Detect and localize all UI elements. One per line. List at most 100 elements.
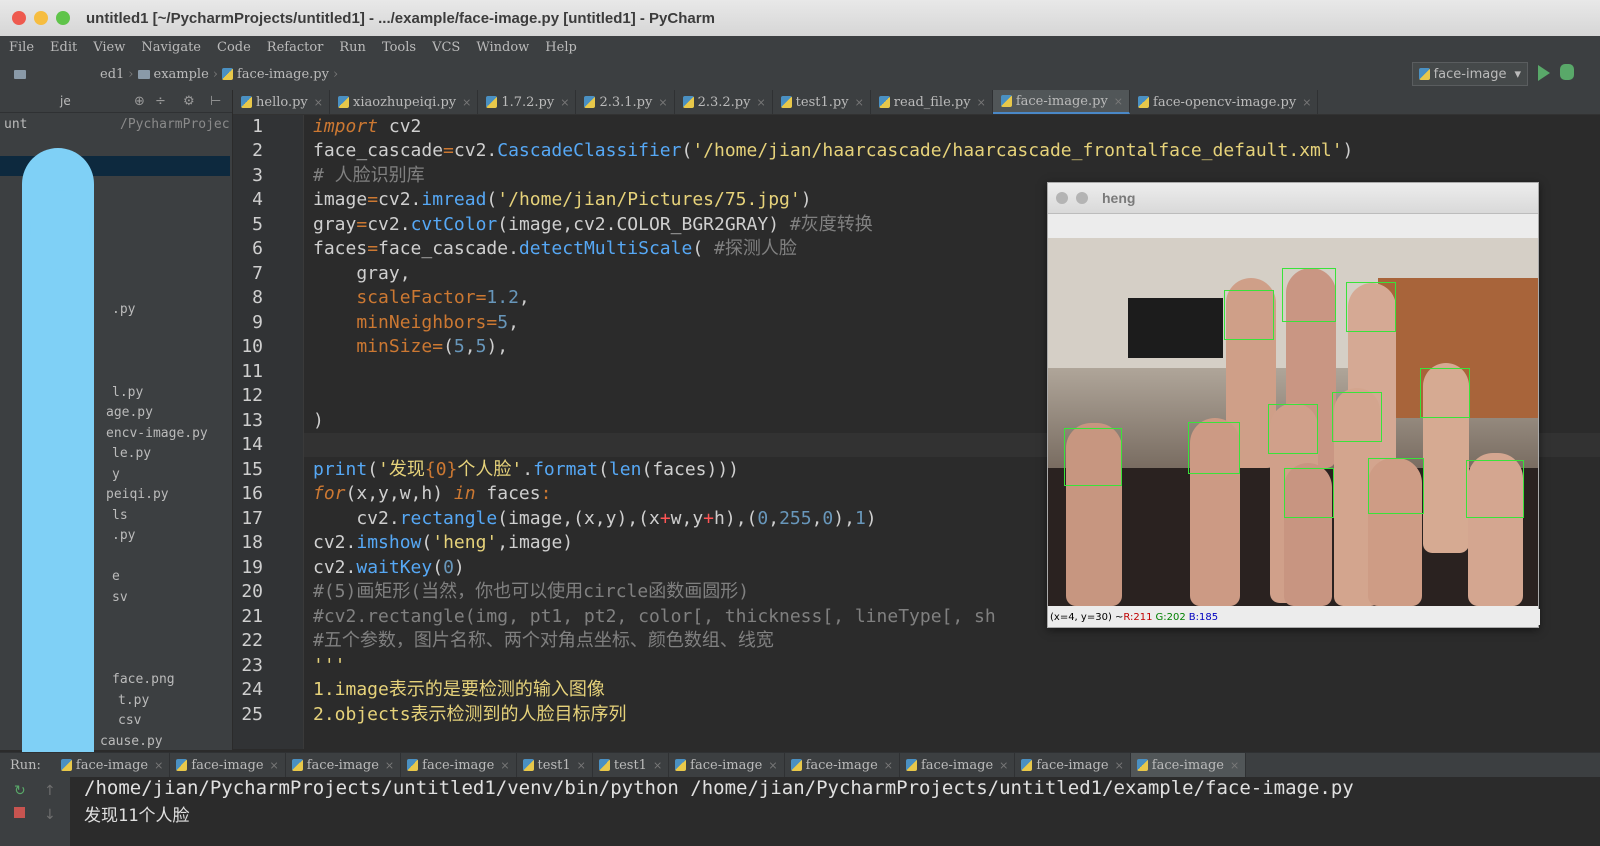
close-icon[interactable]: × xyxy=(1230,759,1239,772)
tree-item[interactable]: sv xyxy=(112,590,128,605)
run-tab[interactable]: face-image × xyxy=(1015,753,1131,777)
tab-2-3-2[interactable]: 2.3.2.py × xyxy=(675,90,773,114)
maximize-window-button[interactable] xyxy=(56,11,70,25)
close-icon[interactable]: × xyxy=(999,759,1008,772)
hide-panel-icon[interactable]: ⊢ xyxy=(210,94,221,109)
close-icon[interactable]: × xyxy=(884,759,893,772)
gear-icon[interactable]: ⚙ xyxy=(183,94,195,109)
tree-item[interactable]: y xyxy=(112,467,120,482)
line-number: 11 xyxy=(241,361,263,382)
tree-item[interactable]: le.py xyxy=(112,446,151,461)
run-tab[interactable]: test1 × xyxy=(593,753,670,777)
close-icon[interactable]: × xyxy=(500,759,509,772)
close-window-button[interactable] xyxy=(12,11,26,25)
arrow-down-icon[interactable]: ↓ xyxy=(44,807,56,823)
run-tab[interactable]: face-image × xyxy=(170,753,286,777)
close-icon[interactable]: × xyxy=(756,96,765,109)
face-detection-box xyxy=(1188,422,1240,474)
image-window[interactable]: heng (x=4, y=30) ~ R:211 G:202 B:185 xyxy=(1047,182,1540,628)
tree-item[interactable]: ls xyxy=(112,508,128,523)
breadcrumb-project[interactable]: ed1 xyxy=(100,67,124,82)
close-icon[interactable]: × xyxy=(314,96,323,109)
locate-icon[interactable]: ⊕ xyxy=(134,94,145,109)
image-window-title: heng xyxy=(1102,190,1136,206)
menu-window[interactable]: Window xyxy=(467,40,536,55)
tree-item[interactable]: e xyxy=(112,569,120,584)
run-tab[interactable]: face-image × xyxy=(401,753,517,777)
run-tab[interactable]: test1 × xyxy=(517,753,593,777)
code-token: faces xyxy=(313,238,368,259)
breadcrumb-file[interactable]: face-image.py xyxy=(237,67,329,82)
menu-navigate[interactable]: Navigate xyxy=(132,40,208,55)
tree-item[interactable]: age.py xyxy=(106,405,153,420)
run-tab[interactable]: face-image × xyxy=(669,753,785,777)
code-token: ) xyxy=(865,508,877,529)
tab-2-3-1[interactable]: 2.3.1.py × xyxy=(576,90,675,114)
menu-refactor[interactable]: Refactor xyxy=(258,40,331,55)
menu-file[interactable]: File xyxy=(0,40,41,55)
tree-item[interactable]: l.py xyxy=(112,385,143,400)
tree-item[interactable]: .py xyxy=(112,302,135,317)
image-window-titlebar[interactable]: heng xyxy=(1048,183,1538,214)
tree-item[interactable]: t.py xyxy=(118,693,149,708)
menu-run[interactable]: Run xyxy=(330,40,373,55)
tab-face-image[interactable]: face-image.py × xyxy=(992,90,1131,114)
close-icon[interactable]: × xyxy=(977,96,986,109)
menu-edit[interactable]: Edit xyxy=(41,40,84,55)
minimize-window-button[interactable] xyxy=(34,11,48,25)
minimize-window-button[interactable] xyxy=(1076,192,1088,204)
run-tab-active[interactable]: face-image × xyxy=(1130,753,1247,777)
run-tab[interactable]: face-image × xyxy=(785,753,900,777)
run-console[interactable]: ↻ ↑ ↓ /home/jian/PycharmProjects/untitle… xyxy=(0,777,1600,846)
close-icon[interactable]: × xyxy=(855,96,864,109)
breadcrumb-folder[interactable]: example xyxy=(154,67,209,82)
menu-code[interactable]: Code xyxy=(208,40,258,55)
close-icon[interactable]: × xyxy=(1115,759,1124,772)
code-line: #cv2.rectangle(img, pt1, pt2, color[, th… xyxy=(313,606,996,627)
close-window-button[interactable] xyxy=(1056,192,1068,204)
arrow-up-icon[interactable]: ↑ xyxy=(44,783,56,799)
bug-icon[interactable] xyxy=(1560,64,1574,80)
close-icon[interactable]: × xyxy=(577,759,586,772)
chevron-down-icon: ▾ xyxy=(1514,66,1521,82)
close-icon[interactable]: × xyxy=(658,96,667,109)
close-icon[interactable]: × xyxy=(270,759,279,772)
close-icon[interactable]: × xyxy=(385,759,394,772)
close-icon[interactable]: × xyxy=(560,96,569,109)
tree-item[interactable]: face.png xyxy=(112,672,175,687)
tab-face-opencv-image[interactable]: face-opencv-image.py × xyxy=(1130,90,1319,114)
play-icon[interactable] xyxy=(1538,65,1550,81)
menu-vcs[interactable]: VCS xyxy=(423,40,467,55)
code-token: detectMultiScale xyxy=(518,238,693,259)
close-icon[interactable]: × xyxy=(154,759,163,772)
close-icon[interactable]: × xyxy=(768,759,777,772)
collapse-icon[interactable]: ÷ xyxy=(155,94,166,109)
run-tab[interactable]: face-image × xyxy=(55,753,171,777)
code-token: , xyxy=(811,508,823,529)
run-tab[interactable]: face-image × xyxy=(286,753,402,777)
menu-view[interactable]: View xyxy=(84,40,132,55)
tab-read-file[interactable]: read_file.py × xyxy=(871,90,993,114)
close-icon[interactable]: × xyxy=(462,96,471,109)
run-configuration-select[interactable]: face-image ▾ xyxy=(1411,62,1528,86)
tree-item[interactable]: peiqi.py xyxy=(106,487,169,502)
run-tab-label: test1 xyxy=(613,757,647,773)
tree-root[interactable]: unt xyxy=(4,117,27,132)
code-token: cv2 xyxy=(378,116,422,137)
rerun-icon[interactable]: ↻ xyxy=(14,783,26,799)
tab-hello[interactable]: hello.py × xyxy=(233,90,330,114)
tab-test1[interactable]: test1.py × xyxy=(773,90,871,114)
close-icon[interactable]: × xyxy=(653,759,662,772)
tree-item[interactable]: encv-image.py xyxy=(106,426,208,441)
stop-icon[interactable] xyxy=(14,807,25,818)
run-tab[interactable]: face-image × xyxy=(900,753,1016,777)
tree-item[interactable]: csv xyxy=(118,713,141,728)
menu-tools[interactable]: Tools xyxy=(373,40,423,55)
close-icon[interactable]: × xyxy=(1302,96,1311,109)
tab-xiaozhupeiqi[interactable]: xiaozhupeiqi.py × xyxy=(330,90,479,114)
tree-item[interactable]: .py xyxy=(112,528,135,543)
tab-1-7-2[interactable]: 1.7.2.py × xyxy=(478,90,577,114)
tree-item[interactable]: cause.py xyxy=(100,734,163,749)
menu-help[interactable]: Help xyxy=(536,40,584,55)
close-icon[interactable]: × xyxy=(1114,95,1123,108)
